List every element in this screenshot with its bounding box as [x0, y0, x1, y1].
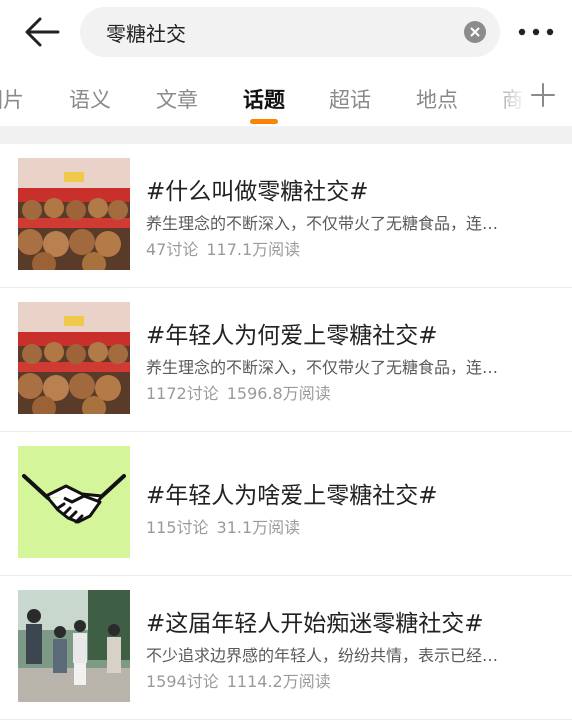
close-icon: [470, 27, 480, 37]
topic-stats: 115讨论 31.1万阅读: [146, 514, 300, 538]
back-button[interactable]: [22, 14, 62, 50]
search-bar: 零糖社交: [0, 0, 572, 64]
topic-row[interactable]: #年轻人为啥爱上零糖社交# 115讨论 31.1万阅读: [0, 432, 572, 576]
topic-description: 养生理念的不断深入，不仅带火了无糖食品，连…: [146, 358, 499, 377]
search-query: 零糖社交: [106, 22, 186, 46]
topic-thumbnail: [18, 446, 130, 558]
read-count: 1114.2万阅读: [226, 672, 331, 691]
people-photo-image: [18, 590, 130, 702]
topic-thumbnail: [18, 590, 130, 702]
category-tabs: 图片 语义 文章 话题 超话 地点 商: [0, 64, 572, 126]
clear-search-button[interactable]: [464, 21, 486, 43]
tab-images[interactable]: 图片: [0, 84, 24, 114]
tab-semantic[interactable]: 语义: [69, 84, 111, 114]
read-count: 117.1万阅读: [206, 240, 301, 259]
more-options-button[interactable]: [516, 22, 556, 42]
topic-row[interactable]: #年轻人为何爱上零糖社交# 养生理念的不断深入，不仅带火了无糖食品，连… 117…: [0, 288, 572, 432]
topic-title: #这届年轻人开始痴迷零糖社交#: [146, 611, 484, 637]
topic-title: #年轻人为啥爱上零糖社交#: [146, 483, 438, 509]
topic-title: #年轻人为何爱上零糖社交#: [146, 323, 438, 349]
discussion-count: 1594讨论: [146, 672, 219, 691]
read-count: 1596.8万阅读: [226, 384, 331, 403]
discussion-count: 47讨论: [146, 240, 199, 259]
add-tab-button[interactable]: [530, 82, 556, 108]
tab-super-topics[interactable]: 超话: [329, 84, 371, 114]
topic-list: #什么叫做零糖社交# 养生理念的不断深入，不仅带火了无糖食品，连… 47讨论 11…: [0, 144, 572, 720]
tab-places[interactable]: 地点: [416, 84, 458, 114]
plush-toys-image: [18, 158, 130, 270]
plush-toys-image: [18, 302, 130, 414]
topic-thumbnail: [18, 158, 130, 270]
topic-stats: 1594讨论 1114.2万阅读: [146, 668, 331, 692]
topic-stats: 47讨论 117.1万阅读: [146, 236, 300, 260]
tab-articles[interactable]: 文章: [156, 84, 198, 114]
section-divider: [0, 126, 572, 144]
topic-stats: 1172讨论 1596.8万阅读: [146, 380, 331, 404]
back-arrow-icon: [25, 17, 60, 47]
discussion-count: 115讨论: [146, 518, 209, 537]
plus-icon: [531, 83, 555, 107]
read-count: 31.1万阅读: [216, 518, 301, 537]
topic-row[interactable]: #这届年轻人开始痴迷零糖社交# 不少追求边界感的年轻人，纷纷共情，表示已经… 1…: [0, 576, 572, 720]
handshake-icon: [18, 446, 130, 558]
topic-description: 不少追求边界感的年轻人，纷纷共情，表示已经…: [146, 646, 499, 665]
more-dots-icon: [518, 28, 554, 36]
topic-description: 养生理念的不断深入，不仅带火了无糖食品，连…: [146, 214, 499, 233]
search-input[interactable]: 零糖社交: [80, 7, 500, 57]
discussion-count: 1172讨论: [146, 384, 219, 403]
topic-title: #什么叫做零糖社交#: [146, 179, 369, 205]
tab-topics[interactable]: 话题: [243, 84, 285, 114]
active-tab-indicator: [250, 119, 278, 124]
topic-row[interactable]: #什么叫做零糖社交# 养生理念的不断深入，不仅带火了无糖食品，连… 47讨论 11…: [0, 144, 572, 288]
topic-thumbnail: [18, 302, 130, 414]
